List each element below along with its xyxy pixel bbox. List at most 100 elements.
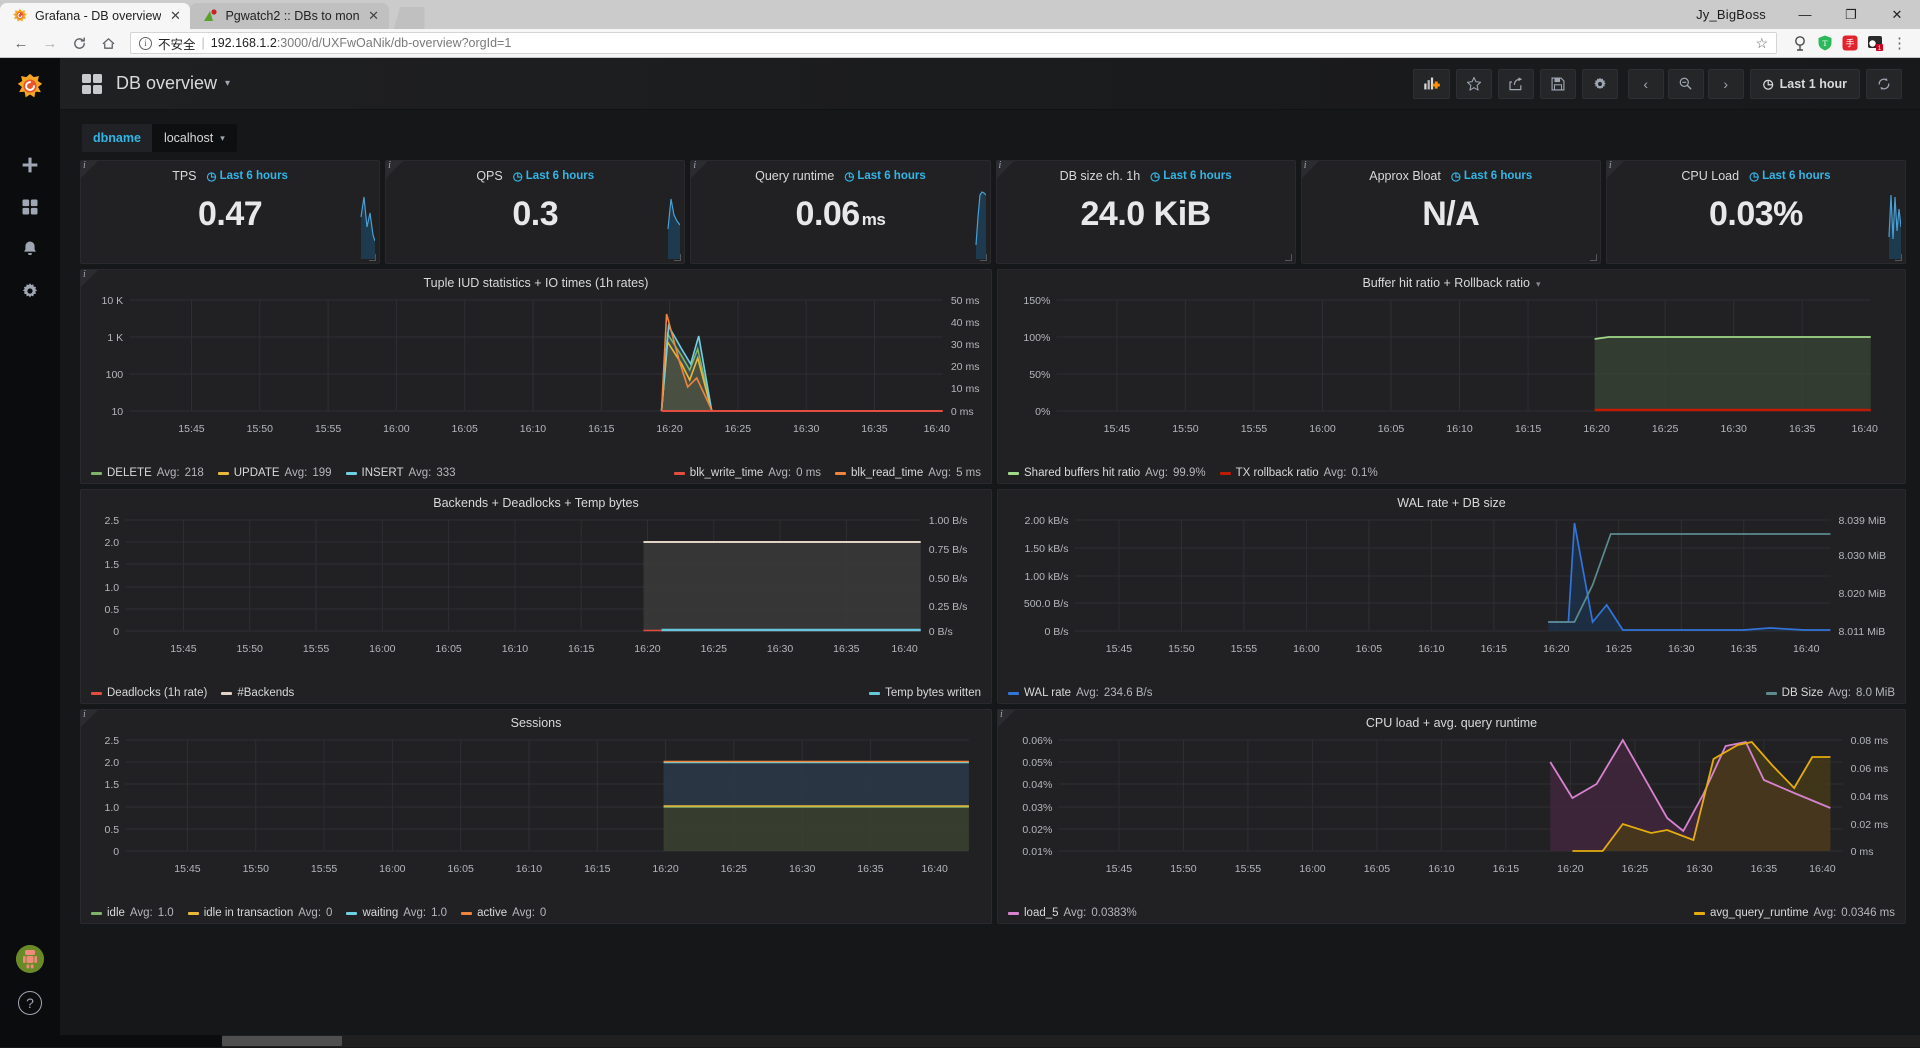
grafana-logo[interactable] [15,72,45,102]
avatar[interactable] [16,945,44,973]
stat-panel-query-runtime[interactable]: i Query runtime ◷Last 6 hours 0.06ms [690,160,990,264]
stat-header: DB size ch. 1h ◷Last 6 hours [997,161,1295,183]
time-range-picker[interactable]: ◷ Last 1 hour [1750,69,1860,99]
sidebar-item-alerting[interactable] [12,230,48,272]
mark-favorite-button[interactable] [1456,69,1492,99]
browser-tab-pgwatch2[interactable]: Pgwatch2 :: DBs to mon ✕ [190,3,388,29]
legend-item[interactable]: idleAvg:1.0 [91,907,174,919]
graph-panel-buffer-hit-ratio[interactable]: Buffer hit ratio + Rollback ratio▾ [997,269,1906,484]
info-icon[interactable]: i [388,160,391,171]
new-tab-button[interactable] [391,7,425,29]
navbar-actions: ‹ › ◷ Last 1 hour [1413,69,1902,99]
stat-panel-db-size-change[interactable]: i DB size ch. 1h ◷Last 6 hours 24.0 KiB [996,160,1296,264]
chrome-menu-icon[interactable]: ⋮ [1887,34,1912,52]
save-dashboard-button[interactable] [1540,69,1576,99]
panel-resize-handle[interactable] [1590,254,1597,261]
browser-tab-grafana[interactable]: Grafana - DB overview ✕ [0,3,190,29]
chevron-down-icon[interactable]: ▾ [1536,279,1541,289]
address-bar[interactable]: i 不安全 | 192.168.1.2:3000/d/UXFwOaNik/db-… [130,32,1777,54]
close-icon[interactable]: ✕ [367,8,381,24]
tab-title: Grafana - DB overview [35,9,161,23]
legend-item[interactable]: INSERTAvg:333 [346,467,456,479]
panel-resize-handle[interactable] [369,254,376,261]
zoom-out-button[interactable] [1668,69,1704,99]
legend-item[interactable]: DB SizeAvg:8.0 MiB [1766,687,1895,699]
shield-extension-icon[interactable]: T [1816,34,1834,52]
legend-item[interactable]: DELETEAvg:218 [91,467,204,479]
sidebar-item-configuration[interactable] [12,272,48,314]
chevron-down-icon[interactable]: ▾ [225,78,230,89]
buffer-hit-ratio-chart: 150%100%50%0% 15:4515:5015:55 16:0016:05… [998,292,1905,457]
graph-panel-cpu-load-query-runtime[interactable]: i CPU load + avg. query runtime [997,709,1906,924]
stat-panel-approx-bloat[interactable]: i Approx Bloat ◷Last 6 hours N/A [1301,160,1601,264]
legend-item[interactable]: UPDATEAvg:199 [218,467,332,479]
legend-item[interactable]: blk_read_timeAvg:5 ms [835,467,981,479]
bookmark-star-icon[interactable]: ☆ [1755,35,1768,52]
graph-plot-area: 2.52.01.5 1.00.50 1.00 B/s0.75 B/s0.50 B… [81,512,991,677]
graph-panel-backends-deadlocks[interactable]: Backends + Deadlocks + Temp bytes [80,489,992,704]
template-variable-dbname[interactable]: dbname localhost ▾ [82,124,237,152]
info-icon[interactable]: i [999,160,1002,171]
share-dashboard-button[interactable] [1498,69,1534,99]
refresh-button[interactable] [1866,69,1902,99]
legend-item[interactable]: idle in transactionAvg:0 [188,907,333,919]
sidebar-item-create[interactable] [12,146,48,188]
legend-item[interactable]: blk_write_timeAvg:0 ms [674,467,821,479]
graph-panel-wal-rate-db-size[interactable]: WAL rate + DB size [997,489,1906,704]
time-shift-back-button[interactable]: ‹ [1628,69,1664,99]
stat-panel-cpu-load[interactable]: i CPU Load ◷Last 6 hours 0.03% [1606,160,1906,264]
template-variable-value[interactable]: localhost ▾ [152,124,237,152]
forward-icon[interactable]: → [37,30,63,56]
legend-item[interactable]: waitingAvg:1.0 [346,907,447,919]
legend-item[interactable]: #Backends [221,687,294,699]
legend-item[interactable]: load_5Avg:0.0383% [1008,907,1137,919]
panel-resize-handle[interactable] [980,254,987,261]
panel-time-override: ◷Last 6 hours [844,169,925,183]
graph-panel-sessions[interactable]: i Sessions [80,709,992,924]
time-shift-forward-button[interactable]: › [1708,69,1744,99]
svg-text:8.011 MiB: 8.011 MiB [1838,626,1885,638]
site-info-icon[interactable]: i [139,37,152,50]
panel-resize-handle[interactable] [1285,254,1292,261]
window-close-icon[interactable]: ✕ [1874,0,1920,29]
info-icon[interactable]: i [83,709,86,720]
profile-extension-icon[interactable]: 1 [1866,34,1884,52]
close-icon[interactable]: ✕ [168,8,182,24]
legend-swatch [218,472,229,475]
stat-panel-qps[interactable]: i QPS ◷Last 6 hours 0.3 [385,160,685,264]
proxy-extension-icon[interactable] [1791,34,1809,52]
graph-panel-tuple-iud[interactable]: i Tuple IUD statistics + IO times (1h ra… [80,269,992,484]
sparkline-chart [333,187,375,259]
reload-icon[interactable] [66,30,92,56]
stat-panel-tps[interactable]: i TPS ◷Last 6 hours 0.47 [80,160,380,264]
info-icon[interactable]: i [693,160,696,171]
url-text: 192.168.1.2:3000/d/UXFwOaNik/db-overview… [211,36,512,50]
legend-item[interactable]: Shared buffers hit ratioAvg:99.9% [1008,467,1206,479]
dashboard-settings-button[interactable] [1582,69,1618,99]
info-icon[interactable]: i [1609,160,1612,171]
info-icon[interactable]: i [1000,709,1003,720]
legend-item[interactable]: Temp bytes written [869,687,981,699]
legend-item[interactable]: avg_query_runtimeAvg:0.0346 ms [1694,907,1895,919]
legend-item[interactable]: activeAvg:0 [461,907,546,919]
panel-resize-handle[interactable] [1895,254,1902,261]
legend-item[interactable]: TX rollback ratioAvg:0.1% [1220,467,1378,479]
horizontal-scrollbar-thumb[interactable] [222,1036,342,1046]
help-icon[interactable]: ? [18,991,42,1015]
panel-title: Buffer hit ratio + Rollback ratio▾ [998,270,1905,290]
back-icon[interactable]: ← [8,30,34,56]
svg-text:15:50: 15:50 [1170,863,1197,875]
legend-item[interactable]: Deadlocks (1h rate) [91,687,207,699]
maximize-restore-icon[interactable]: ❐ [1828,0,1874,29]
panel-resize-handle[interactable] [674,254,681,261]
svg-text:16:20: 16:20 [656,423,683,435]
add-panel-button[interactable] [1413,69,1450,99]
red-extension-icon[interactable]: 手 [1841,34,1859,52]
home-icon[interactable] [95,30,121,56]
legend-item[interactable]: WAL rateAvg:234.6 B/s [1008,687,1152,699]
info-icon[interactable]: i [83,269,86,280]
info-icon[interactable]: i [1304,160,1307,171]
minimize-icon[interactable]: — [1782,0,1828,29]
info-icon[interactable]: i [83,160,86,171]
sidebar-item-dashboards[interactable] [12,188,48,230]
